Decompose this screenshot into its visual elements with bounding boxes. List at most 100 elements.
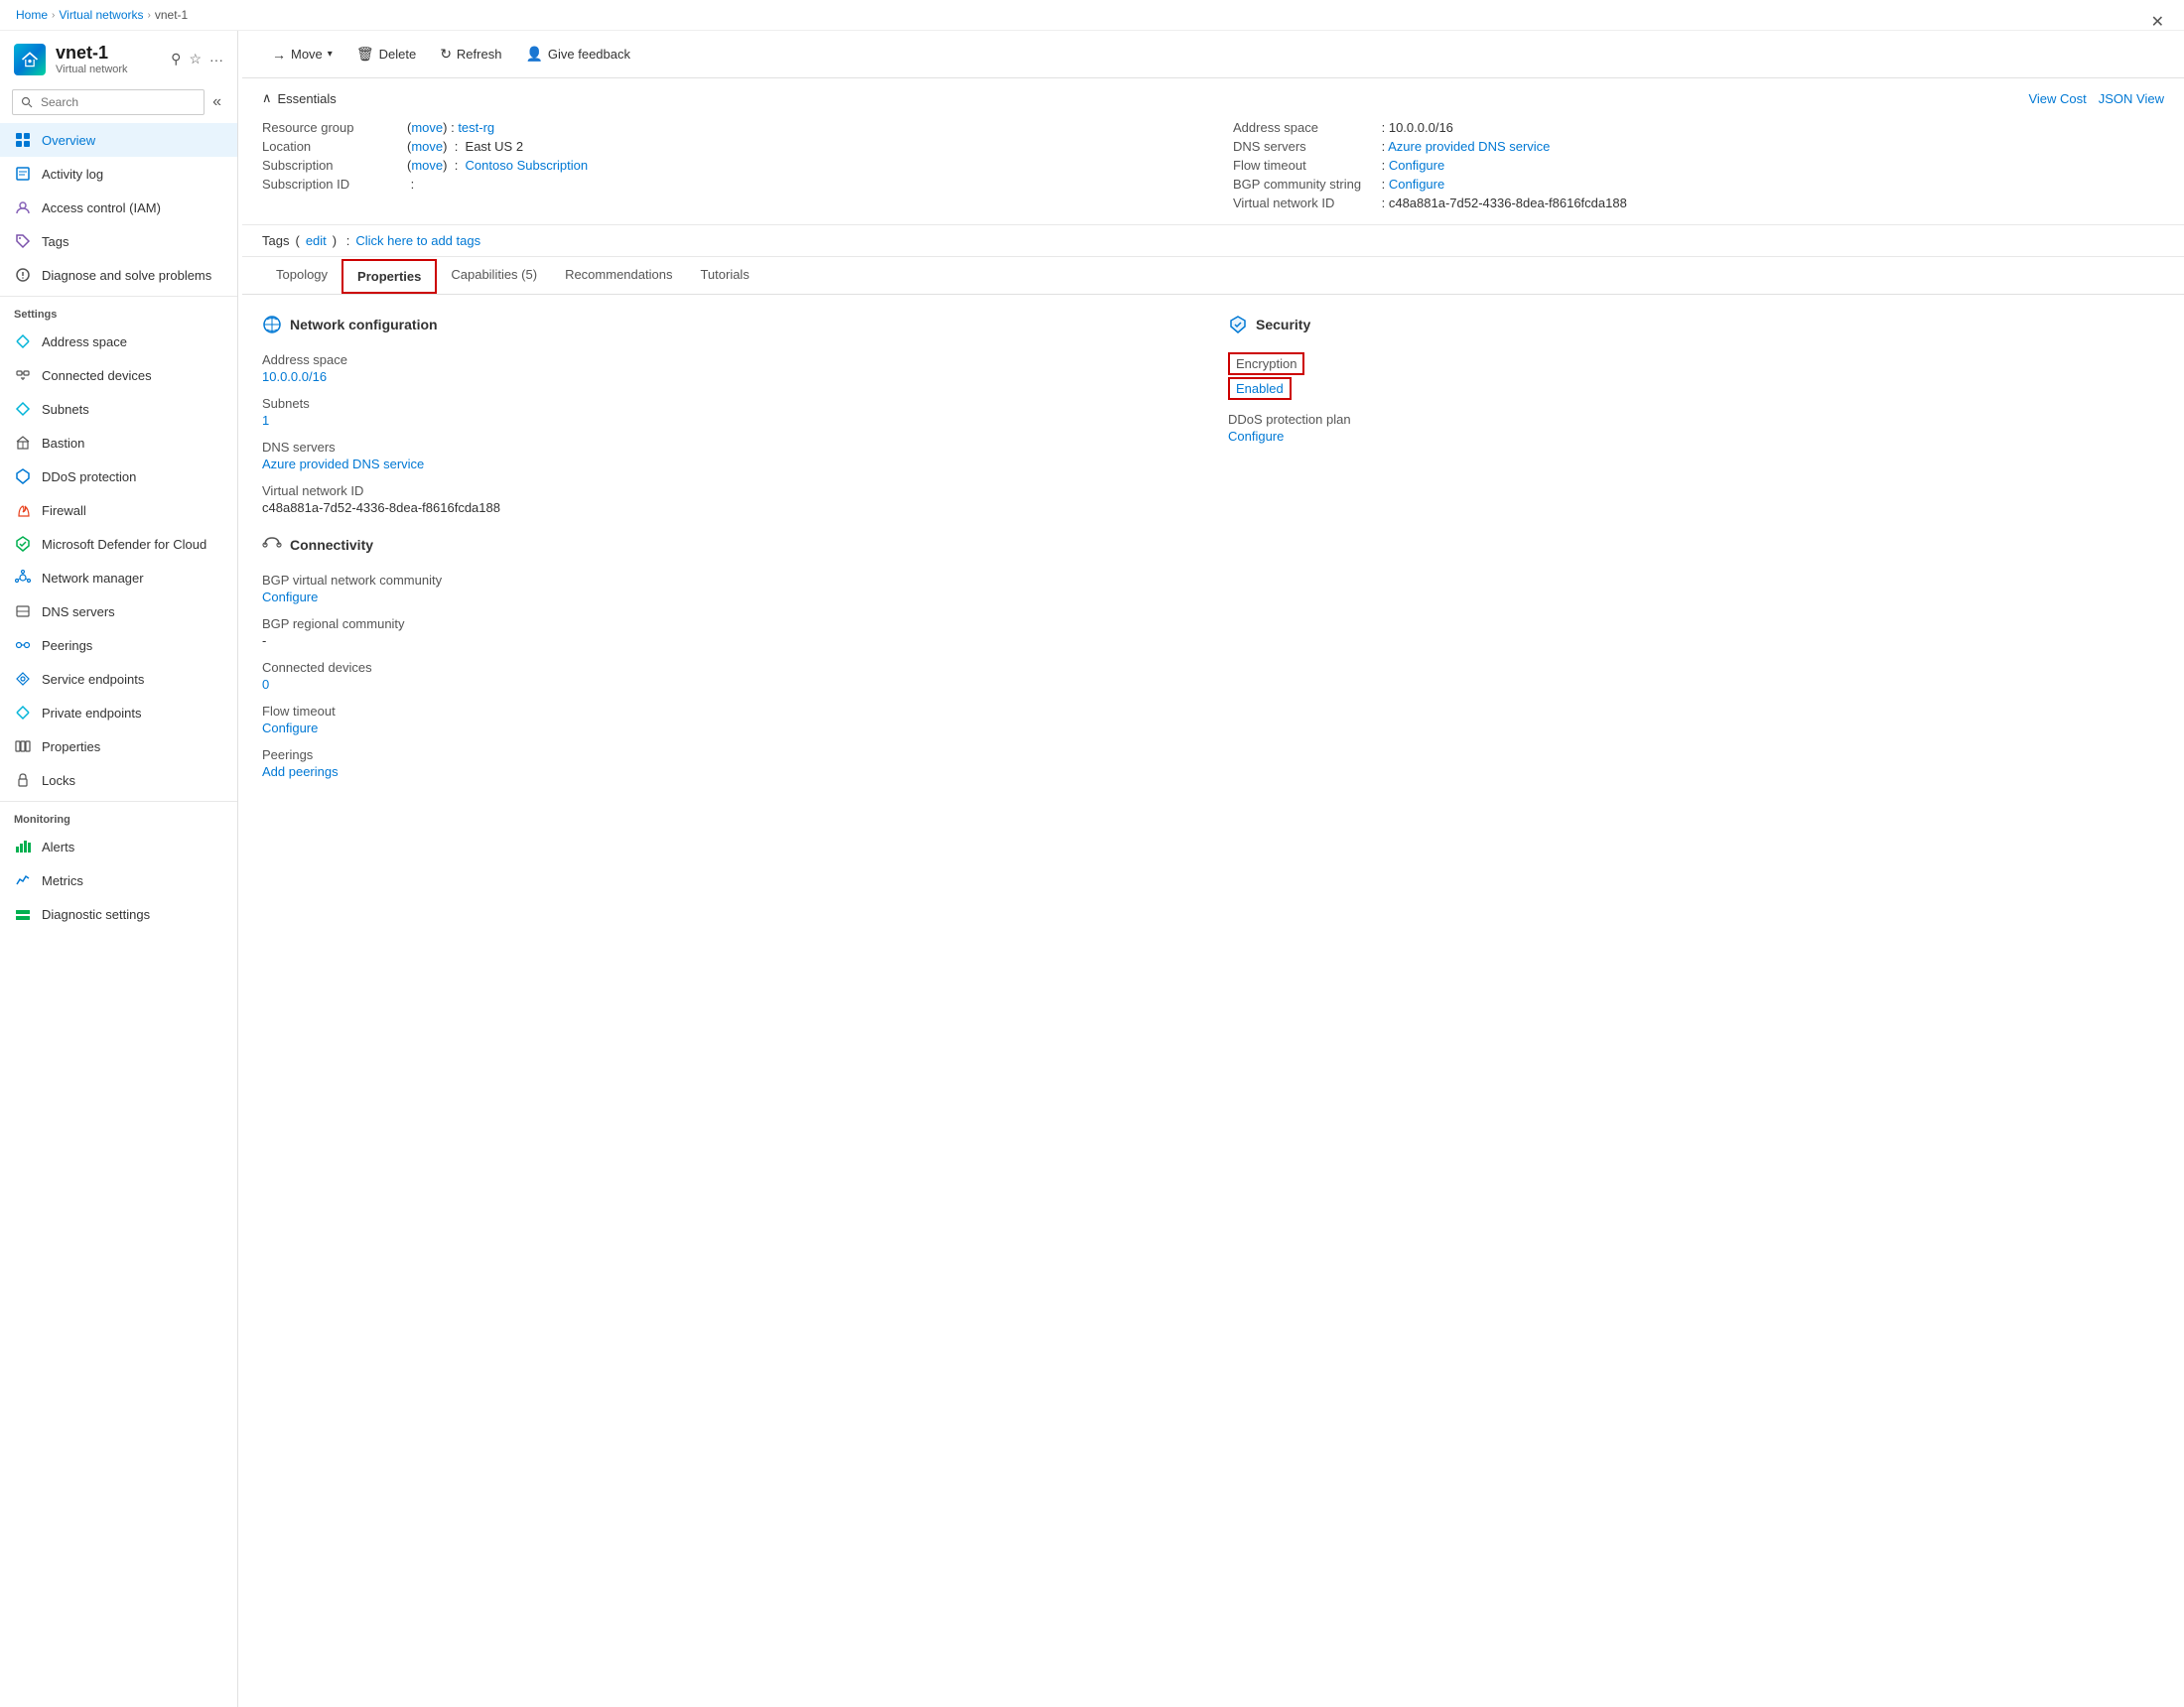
resource-name: vnet-1 [56,43,128,64]
sidebar-item-diagnose[interactable]: Diagnose and solve problems [0,258,237,292]
location-move-link[interactable]: move [411,139,443,154]
dns-servers-icon [14,602,32,620]
tab-capabilities[interactable]: Capabilities (5) [437,257,551,294]
sidebar-item-private-endpoints[interactable]: Private endpoints [0,696,237,729]
sidebar-item-peerings[interactable]: Peerings [0,628,237,662]
feedback-button[interactable]: 👤 Give feedback [515,41,640,67]
tab-recommendations[interactable]: Recommendations [551,257,686,294]
json-view-link[interactable]: JSON View [2099,91,2164,106]
prop-label-vnetid: Virtual network ID [262,483,1198,498]
search-input[interactable] [12,89,205,115]
tab-properties[interactable]: Properties [341,259,437,294]
flow-value-link[interactable]: Configure [1389,158,1444,173]
prop-val-flow: Configure [262,721,1198,735]
move-button[interactable]: → Move ▾ [262,42,342,67]
sidebar-item-metrics[interactable]: Metrics [0,863,237,897]
bastion-icon [14,434,32,452]
prop-flow-link[interactable]: Configure [262,721,318,735]
defender-icon [14,535,32,553]
sidebar-item-activity-log[interactable]: Activity log [0,157,237,191]
sidebar-item-bastion[interactable]: Bastion [0,426,237,460]
prop-val-connected: 0 [262,677,1198,692]
essentials-row-flow: Flow timeout : Configure [1233,156,2164,175]
prop-label-connected: Connected devices [262,660,1198,675]
tags-icon [14,232,32,250]
sidebar-item-tags[interactable]: Tags [0,224,237,258]
essentials-row-location: Location (move) : East US 2 [262,137,1193,156]
essentials-collapse-icon[interactable]: ∧ [262,90,272,106]
overview-icon [14,131,32,149]
prop-val-bgp-regional: - [262,633,1198,648]
sidebar-search-container: « [0,81,237,123]
prop-peerings-link[interactable]: Add peerings [262,764,339,779]
collapse-sidebar-icon[interactable]: « [208,91,225,113]
sidebar-item-defender[interactable]: Microsoft Defender for Cloud [0,527,237,561]
essentials-val-dns: : Azure provided DNS service [1378,139,1550,154]
pin-icon[interactable]: ⚲ [171,51,181,67]
network-config-icon [262,315,282,334]
metrics-icon [14,871,32,889]
sidebar-item-properties[interactable]: Properties [0,729,237,763]
sidebar-item-alerts[interactable]: Alerts [0,830,237,863]
subnets-icon [14,400,32,418]
favorite-icon[interactable]: ☆ [189,51,202,67]
prop-ddos-plan: DDoS protection plan Configure [1228,412,2164,444]
rg-move-link[interactable]: move [411,120,443,135]
view-cost-link[interactable]: View Cost [2028,91,2086,106]
sidebar-item-connected-devices[interactable]: Connected devices [0,358,237,392]
prop-subnets-link[interactable]: 1 [262,413,269,428]
essentials-row-subid: Subscription ID : [262,175,1193,194]
toolbar: → Move ▾ 🗑 Delete ↻ Refresh 👤 Give feedb… [242,31,2184,78]
prop-address-link[interactable]: 10.0.0.0/16 [262,369,327,384]
essentials-key-dns: DNS servers [1233,139,1372,154]
sidebar-item-access-control[interactable]: Access control (IAM) [0,191,237,224]
prop-bgp-vnet-link[interactable]: Configure [262,590,318,604]
prop-val-address: 10.0.0.0/16 [262,369,1198,384]
sidebar-item-overview[interactable]: Overview [0,123,237,157]
locks-icon [14,771,32,789]
resource-type: Virtual network [56,64,128,75]
sidebar-item-network-manager[interactable]: Network manager [0,561,237,594]
tags-edit-link[interactable]: edit [306,233,327,248]
breadcrumb-home[interactable]: Home [16,8,48,22]
sidebar-item-dns-servers[interactable]: DNS servers [0,594,237,628]
tab-tutorials[interactable]: Tutorials [686,257,762,294]
essentials-section: ∧ Essentials View Cost JSON View Resourc… [242,78,2184,225]
more-icon[interactable]: ··· [209,52,223,67]
sub-value-link[interactable]: Contoso Subscription [466,158,589,173]
breadcrumb-virtual-networks[interactable]: Virtual networks [59,8,143,22]
sidebar: vnet-1 Virtual network ⚲ ☆ ··· « [0,31,238,1707]
sidebar-item-label: Diagnose and solve problems [42,268,211,283]
sidebar-item-diagnostic-settings[interactable]: Diagnostic settings [0,897,237,931]
essentials-key-subscription: Subscription [262,158,401,173]
sidebar-item-label: Microsoft Defender for Cloud [42,537,206,552]
dns-value-link[interactable]: Azure provided DNS service [1388,139,1550,154]
prop-dns-link[interactable]: Azure provided DNS service [262,457,424,471]
sidebar-item-label: Overview [42,133,95,148]
diagnostic-settings-icon [14,905,32,923]
refresh-button[interactable]: ↻ Refresh [430,41,511,67]
sidebar-item-ddos-protection[interactable]: DDoS protection [0,460,237,493]
prop-connected-link[interactable]: 0 [262,677,269,692]
delete-button[interactable]: 🗑 Delete [346,41,426,67]
peerings-icon [14,636,32,654]
sidebar-item-label: Metrics [42,873,83,888]
encryption-value-link[interactable]: Enabled [1228,377,1292,400]
breadcrumb-sep-2: › [148,10,151,21]
sub-move-link[interactable]: move [411,158,443,173]
sidebar-item-address-space[interactable]: Address space [0,325,237,358]
sidebar-item-locks[interactable]: Locks [0,763,237,797]
address-space-icon [14,332,32,350]
rg-value-link[interactable]: test-rg [458,120,494,135]
sidebar-item-firewall[interactable]: Firewall [0,493,237,527]
prop-ddos-link[interactable]: Configure [1228,429,1284,444]
prop-val-ddos: Configure [1228,429,2164,444]
close-button[interactable]: ✕ [2151,12,2164,32]
sidebar-item-subnets[interactable]: Subnets [0,392,237,426]
tags-row: Tags (edit) : Click here to add tags [242,225,2184,257]
sidebar-item-label: Firewall [42,503,86,518]
sidebar-item-service-endpoints[interactable]: Service endpoints [0,662,237,696]
tab-topology[interactable]: Topology [262,257,341,294]
tags-add-link[interactable]: Click here to add tags [355,233,480,248]
bgp-value-link[interactable]: Configure [1389,177,1444,192]
